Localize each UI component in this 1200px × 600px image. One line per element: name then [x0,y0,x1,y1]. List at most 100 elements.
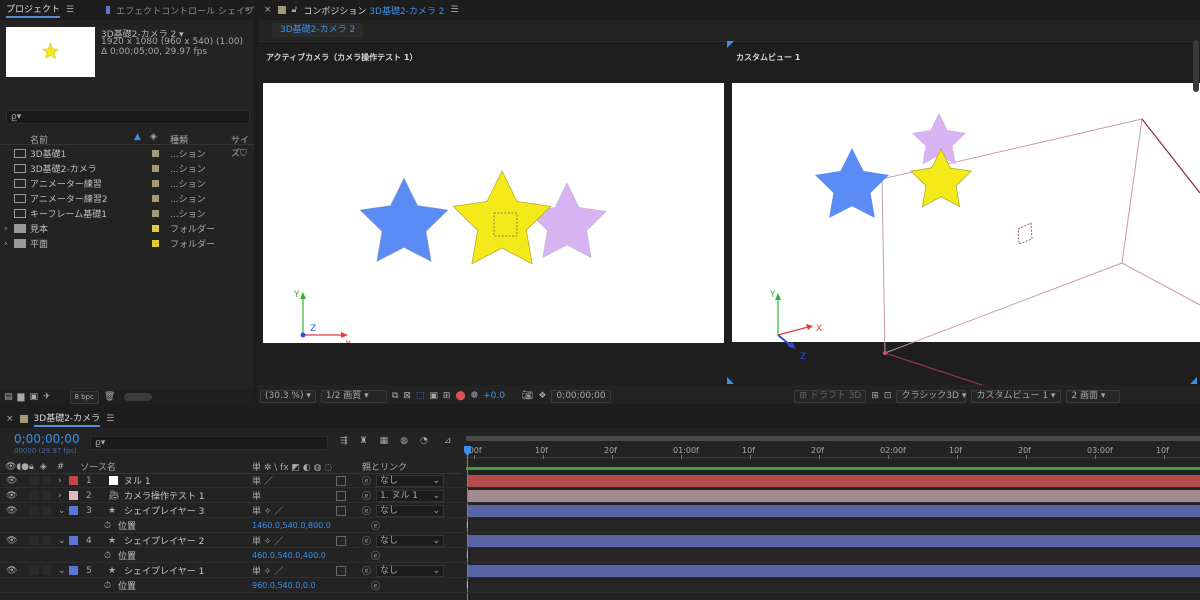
layer-duration-bar[interactable] [468,474,1200,487]
col-parent[interactable]: 親とリンク [362,460,407,473]
draft3d-button[interactable]: ⊞ ドラフト 3D [794,389,867,403]
time-ruler[interactable]: :00f 10f 20f 01:00f 10f 20f 02:00f 10f 20f 03:00f… [466,442,1200,459]
lock-box[interactable] [42,491,51,500]
lock-box[interactable] [42,476,51,485]
fast-preview-icon[interactable]: ⧉ [392,391,398,401]
twirl-icon[interactable]: ⌄ [58,566,66,576]
label-swatch[interactable] [152,240,159,247]
layer-label-swatch[interactable] [69,476,78,485]
property-value[interactable]: 460.0,540.0,400.0 [252,551,326,560]
label-swatch[interactable] [152,180,159,187]
resolution-select[interactable]: 1/2 画質 ▾ [320,389,387,403]
tab-composition-label[interactable]: コンポジション 3D基礎2-カメラ 2 [303,4,444,17]
timecode-field[interactable]: 0;00;00;00 [551,389,612,403]
layer-row[interactable]: 👁︎ ⌄ 5 ★ シェイプレイヤー 1 単 ✧ ／ ⓔ なし ⌄ [0,564,1200,578]
show-snapshot-icon[interactable]: ❖ [538,391,546,401]
label-swatch[interactable] [152,225,159,232]
layer-switches[interactable]: 単 ✧ ／ [252,504,283,517]
col-source-name[interactable]: ソース名 [80,460,116,473]
layer-row[interactable]: 👁︎ › 1 ヌル 1 単 ／ ⓔ なし ⌄ [0,474,1200,488]
grid-guides-icon[interactable]: ⊞ [443,391,451,401]
label-col-icon[interactable]: ◈ [40,462,47,472]
parent-select[interactable]: なし ⌄ [376,564,444,577]
comp-subtab[interactable]: 3D基礎2-カメラ 2 [272,23,364,37]
3d-ground-plane-icon[interactable]: ⊞ [871,391,879,401]
comp-tab-menu-icon[interactable]: ☰ [451,5,459,15]
3d-layer-switch-icon[interactable] [336,505,346,516]
layer-label-swatch[interactable] [69,491,78,500]
render-queue-icon[interactable]: ✈ [43,392,51,402]
transparency-grid-icon[interactable]: ⊠ [403,391,411,401]
3d-layer-switch-icon[interactable] [336,535,346,546]
expand-chevron-icon[interactable]: › [4,239,8,249]
lock-icon[interactable]: 🔓︎ [292,5,298,15]
layer-name[interactable]: シェイプレイヤー 2 [124,534,204,547]
extended-viewer-icon[interactable]: ⊡ [884,391,892,401]
timeline-tab[interactable]: 3D基礎2-カメラ [33,411,101,427]
twirl-icon[interactable]: ⌄ [58,536,66,546]
layout-select[interactable]: 2 画面 ▾ [1066,389,1121,403]
sort-ascending-icon[interactable]: ▲ [134,132,141,142]
layer-name[interactable]: ヌル 1 [124,474,151,487]
parent-select[interactable]: 1. ヌル 1 ⌄ [376,489,444,502]
project-item[interactable]: › 平面 フォルダー [0,236,254,251]
tab-menu-icon[interactable]: ☰ [66,5,74,15]
stopwatch-icon[interactable]: ⏱︎ [104,551,111,561]
visibility-eye-icon[interactable]: 👁︎ [6,566,17,576]
pickwhip-icon[interactable]: ⓔ [362,564,371,577]
label-tag-icon[interactable]: ◈ [150,132,157,142]
bpc-button[interactable]: 8 bpc [69,390,99,404]
project-item[interactable]: 3D基礎1 ...ション ⛉ [0,146,254,161]
viewer-scrollbar[interactable] [1193,40,1199,92]
stopwatch-icon[interactable]: ⏱︎ [104,521,111,531]
solo-box[interactable] [30,506,39,515]
solo-box[interactable] [30,566,39,575]
new-comp-icon[interactable]: ▣ [29,392,38,402]
frame-blending-icon[interactable]: ▦ [380,436,389,446]
project-search-input[interactable]: ρ̲▾ [6,110,250,124]
tab-effect-controls[interactable]: エフェクトコントロール シェイプ [116,4,254,17]
twirl-icon[interactable]: ⌄ [58,506,66,516]
expression-pickwhip-icon[interactable]: ⓔ [371,519,380,532]
graph-editor-toggle-icon[interactable]: ⊿ [444,436,452,446]
graph-editor-icon[interactable]: ◔ [420,436,428,446]
exposure-value[interactable]: +0.0 [483,391,505,401]
color-channels-icon[interactable]: ⬤ [455,391,465,401]
layer-name[interactable]: シェイプレイヤー 3 [124,504,204,517]
3d-layer-switch-icon[interactable] [336,565,346,576]
region-of-interest-icon[interactable]: ▣ [429,391,438,401]
solo-box[interactable] [30,491,39,500]
zoom-select[interactable]: (30.3 %) ▾ [260,389,316,403]
project-scrollbar[interactable] [124,393,153,401]
layer-duration-bar[interactable] [468,534,1200,547]
label-swatch[interactable] [152,165,159,172]
layer-switches[interactable]: 単 [252,489,261,502]
layer-switches[interactable]: 単 ✧ ／ [252,534,283,547]
label-swatch[interactable] [152,210,159,217]
property-value[interactable]: 1460.0,540.0,800.0 [252,521,331,530]
layer-duration-bar[interactable] [468,564,1200,577]
visibility-eye-icon[interactable]: 👁︎ [6,506,17,516]
property-row[interactable]: ⏱︎ 位置 460.0,540.0,400.0 ⓔ I [0,549,1200,563]
col-name[interactable]: 名前 [30,133,48,146]
delete-icon[interactable]: 🗑 [104,392,115,402]
interpret-footage-icon[interactable]: ▤ [4,392,13,402]
property-row[interactable]: ⏱︎ 位置 1460.0,540.0,800.0 ⓔ I [0,519,1200,533]
pickwhip-icon[interactable]: ⓔ [362,534,371,547]
layer-duration-bar[interactable] [468,504,1200,517]
project-item[interactable]: アニメーター練習 ...ション [0,176,254,191]
layer-row[interactable]: 👁︎ › 2 🎥︎ カメラ操作テスト 1 単 ⓔ 1. ヌル 1 ⌄ [0,489,1200,503]
property-value[interactable]: 960.0,540.0,0.0 [252,581,316,590]
custom-view-viewer[interactable]: Y X Z [732,83,1200,385]
project-item[interactable]: キーフレーム基礎1 ...ション [0,206,254,221]
timeline-menu-icon[interactable]: ☰ [106,414,114,424]
lock-box[interactable] [42,506,51,515]
project-item[interactable]: アニメーター練習2 ...ション [0,191,254,206]
label-swatch[interactable] [152,150,159,157]
motion-blur-icon[interactable]: ◍ [400,436,408,446]
timeline-search-input[interactable]: ρ̲▾ [90,436,328,450]
close-timeline-icon[interactable]: × [6,414,14,424]
layer-switches[interactable]: 単 ／ [252,474,273,487]
expression-pickwhip-icon[interactable]: ⓔ [371,549,380,562]
visibility-eye-icon[interactable]: 👁︎ [6,476,17,486]
